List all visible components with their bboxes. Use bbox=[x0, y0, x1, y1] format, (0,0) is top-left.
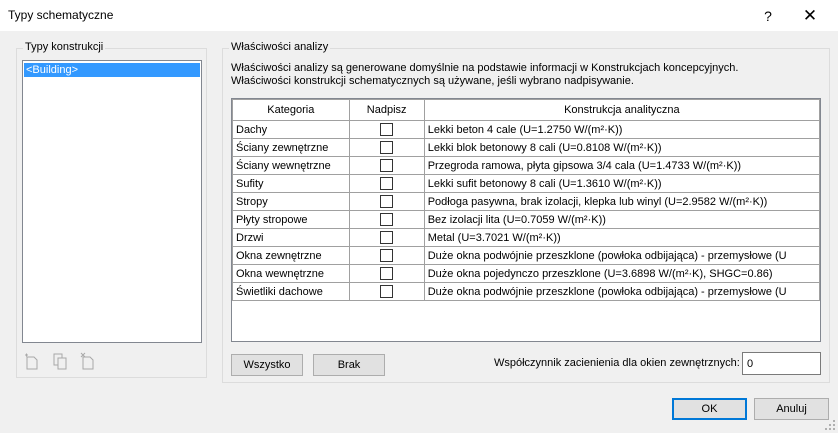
override-cell bbox=[348, 174, 425, 193]
table-row[interactable]: Płyty stropowe Bez izolacji lita (U=0.705… bbox=[232, 210, 820, 229]
override-cell bbox=[348, 156, 425, 175]
override-cell bbox=[348, 192, 425, 211]
analytic-construction-cell[interactable]: Duże okna pojedynczo przeszklone (U=3.68… bbox=[423, 264, 820, 283]
analytic-construction-cell[interactable]: Lekki blok betonowy 8 cali (U=0.8108 W/(… bbox=[423, 138, 820, 157]
description-line-1: Właściwości analizy są generowane domyśl… bbox=[231, 62, 739, 74]
category-cell: Ściany wewnętrzne bbox=[232, 156, 350, 175]
schematic-types-table: Kategoria Nadpisz Konstrukcja analityczn… bbox=[231, 98, 821, 342]
override-checkbox[interactable] bbox=[380, 285, 394, 298]
override-cell bbox=[348, 120, 425, 139]
table: Kategoria Nadpisz Konstrukcja analityczn… bbox=[232, 99, 820, 301]
construction-types-list[interactable]: <Building> bbox=[22, 60, 202, 343]
override-cell bbox=[348, 210, 425, 229]
category-cell: Stropy bbox=[232, 192, 350, 211]
category-cell: Drzwi bbox=[232, 228, 350, 247]
column-header-category[interactable]: Kategoria bbox=[232, 99, 350, 121]
shading-coefficient-input[interactable] bbox=[742, 352, 821, 375]
analytic-construction-cell[interactable]: Duże okna podwójnie przeszklone (powłoka… bbox=[423, 246, 820, 265]
ok-button[interactable]: OK bbox=[672, 398, 747, 420]
table-row[interactable]: Dachy Lekki beton 4 cale (U=1.2750 W/(m²·… bbox=[232, 120, 820, 139]
override-checkbox[interactable] bbox=[380, 123, 394, 136]
new-type-icon[interactable] bbox=[24, 352, 40, 370]
override-cell bbox=[348, 228, 425, 247]
column-header-construction[interactable]: Konstrukcja analityczna bbox=[423, 99, 820, 121]
table-row[interactable]: Stropy Podłoga pasywna, brak izolacji, kl… bbox=[232, 192, 820, 211]
select-all-button[interactable]: Wszystko bbox=[231, 354, 303, 376]
window-title: Typy schematyczne bbox=[8, 8, 114, 22]
override-checkbox[interactable] bbox=[380, 195, 394, 208]
override-cell bbox=[348, 264, 425, 283]
close-button[interactable]: ✕ bbox=[788, 0, 832, 31]
construction-types-caption: Typy konstrukcji bbox=[23, 41, 106, 53]
override-cell bbox=[348, 282, 425, 301]
override-checkbox[interactable] bbox=[380, 231, 394, 244]
select-none-button[interactable]: Brak bbox=[313, 354, 385, 376]
override-cell bbox=[348, 138, 425, 157]
table-header: Kategoria Nadpisz Konstrukcja analityczn… bbox=[232, 99, 820, 121]
analytic-construction-cell[interactable]: Lekki sufit betonowy 8 cali (U=1.3610 W/… bbox=[423, 174, 820, 193]
delete-type-icon[interactable] bbox=[80, 352, 96, 370]
select-all-label: Wszystko bbox=[243, 359, 291, 371]
duplicate-type-icon[interactable] bbox=[52, 352, 68, 370]
table-row[interactable]: Ściany zewnętrzne Lekki blok betonowy 8 c… bbox=[232, 138, 820, 157]
override-cell bbox=[348, 246, 425, 265]
description-line-2: Właściwości konstrukcji schematycznych s… bbox=[231, 75, 634, 87]
category-cell: Płyty stropowe bbox=[232, 210, 350, 229]
analytic-construction-cell[interactable]: Przegroda ramowa, płyta gipsowa 3/4 cala… bbox=[423, 156, 820, 175]
size-grip-icon[interactable] bbox=[824, 419, 836, 431]
category-cell: Sufity bbox=[232, 174, 350, 193]
cancel-button[interactable]: Anuluj bbox=[754, 398, 829, 420]
override-checkbox[interactable] bbox=[380, 141, 394, 154]
analytic-construction-cell[interactable]: Podłoga pasywna, brak izolacji, klepka l… bbox=[423, 192, 820, 211]
list-item[interactable]: <Building> bbox=[24, 63, 200, 77]
help-button[interactable]: ? bbox=[746, 0, 790, 31]
title-bar: Typy schematyczne ? ✕ bbox=[0, 0, 838, 31]
cancel-label: Anuluj bbox=[776, 403, 807, 415]
override-checkbox[interactable] bbox=[380, 249, 394, 262]
analytic-construction-cell[interactable]: Duże okna podwójnie przeszklone (powłoka… bbox=[423, 282, 820, 301]
table-row[interactable]: Drzwi Metal (U=3.7021 W/(m²·K)) bbox=[232, 228, 820, 247]
category-cell: Ściany zewnętrzne bbox=[232, 138, 350, 157]
category-cell: Okna wewnętrzne bbox=[232, 264, 350, 283]
analysis-properties-caption: Właściwości analizy bbox=[229, 41, 331, 53]
override-checkbox[interactable] bbox=[380, 159, 394, 172]
analytic-construction-cell[interactable]: Metal (U=3.7021 W/(m²·K)) bbox=[423, 228, 820, 247]
table-row[interactable]: Okna zewnętrzne Duże okna podwójnie przes… bbox=[232, 246, 820, 265]
category-cell: Świetliki dachowe bbox=[232, 282, 350, 301]
table-row[interactable]: Świetliki dachowe Duże okna podwójnie prz… bbox=[232, 282, 820, 301]
column-header-override[interactable]: Nadpisz bbox=[348, 99, 425, 121]
override-checkbox[interactable] bbox=[380, 177, 394, 190]
ok-label: OK bbox=[701, 403, 718, 415]
analytic-construction-cell[interactable]: Lekki beton 4 cale (U=1.2750 W/(m²·K)) bbox=[423, 120, 820, 139]
override-checkbox[interactable] bbox=[380, 267, 394, 280]
category-cell: Okna zewnętrzne bbox=[232, 246, 350, 265]
table-row[interactable]: Ściany wewnętrzne Przegroda ramowa, płyta… bbox=[232, 156, 820, 175]
category-cell: Dachy bbox=[232, 120, 350, 139]
shading-coefficient-label: Współczynnik zacienienia dla okien zewnę… bbox=[494, 357, 740, 369]
override-checkbox[interactable] bbox=[380, 213, 394, 226]
select-none-label: Brak bbox=[337, 359, 361, 371]
analytic-construction-cell[interactable]: Bez izolacji lita (U=0.7059 W/(m²·K)) bbox=[423, 210, 820, 229]
table-row[interactable]: Okna wewnętrzne Duże okna pojedynczo prze… bbox=[232, 264, 820, 283]
table-row[interactable]: Sufity Lekki sufit betonowy 8 cali (U=1.3… bbox=[232, 174, 820, 193]
